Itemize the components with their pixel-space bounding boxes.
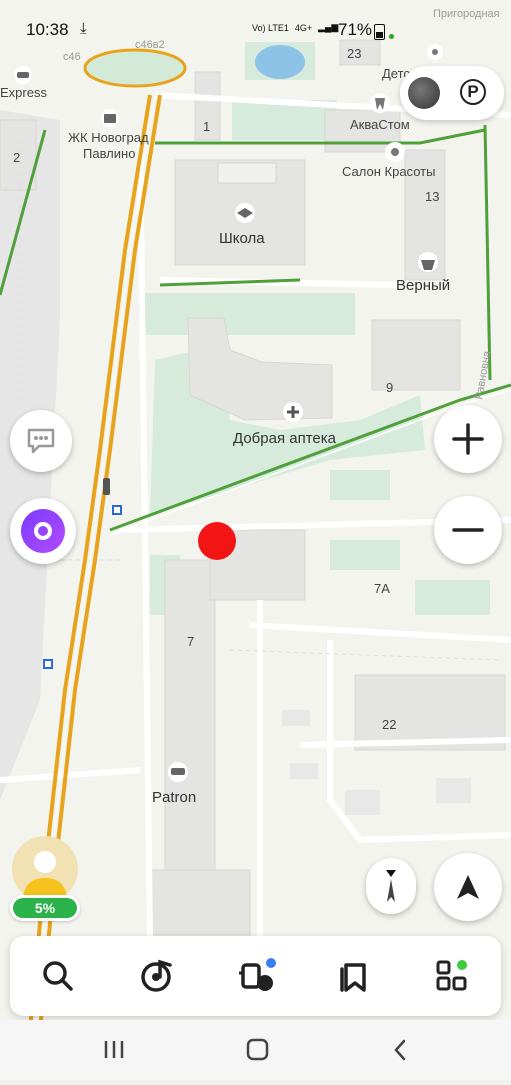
label-store[interactable]: Верный (396, 277, 450, 294)
car-icon (17, 72, 29, 78)
house-number: 1 (203, 119, 210, 134)
status-bar: 10:38 ⤓ Vo) LTE1 4G+ ▂▄▆ 71% (0, 0, 511, 40)
house-number: 22 (382, 717, 396, 732)
label-pharmacy[interactable]: Добрая аптека (233, 430, 337, 447)
privacy-dot (389, 34, 394, 39)
system-navigation-bar (0, 1020, 511, 1080)
user-avatar[interactable] (12, 836, 78, 902)
bookmarks-icon (340, 963, 366, 992)
services-icon (436, 960, 467, 991)
house-number: 7 (187, 634, 194, 649)
zoom-out-button[interactable] (434, 496, 502, 564)
music-icon (141, 959, 172, 992)
map-layers-group: P (400, 66, 504, 120)
battery-icon (374, 24, 385, 40)
search-icon (43, 961, 73, 991)
layers-icon[interactable] (408, 77, 440, 109)
user-figure-icon (22, 851, 68, 902)
network-indicators: Vo) LTE1 4G+ ▂▄▆ (252, 22, 338, 33)
back-icon[interactable] (394, 1039, 406, 1061)
house-number: 23 (347, 46, 361, 61)
alice-icon (21, 509, 65, 553)
house-number: 7А (374, 581, 390, 596)
transport-button[interactable] (235, 954, 279, 998)
user-level-text: 5% (13, 898, 77, 918)
label-school[interactable]: Школа (219, 230, 265, 247)
label-patron[interactable]: Patron (152, 789, 196, 806)
compass-icon (386, 870, 396, 902)
label-express[interactable]: Express (0, 85, 47, 100)
kindergarten-icon (432, 49, 438, 55)
4g-indicator: 4G+ (294, 22, 313, 33)
map-canvas[interactable]: Добрая аптека Школа Верный Салон Красоты… (0, 0, 511, 1080)
location-marker[interactable] (198, 522, 236, 560)
compass-button[interactable] (366, 858, 416, 914)
arrow-navigation-icon (457, 875, 479, 899)
signal-icon: ▂▄▆ (318, 22, 339, 32)
status-time: 10:38 (26, 20, 69, 39)
briefcase-icon (104, 114, 116, 123)
label-complex-line2[interactable]: Павлино (83, 146, 135, 161)
road-label-c46: с46 (63, 51, 81, 63)
user-level-badge: 5% (10, 895, 80, 921)
road-label-c46b2: с46в2 (135, 39, 165, 51)
house-number: 9 (386, 380, 393, 395)
download-icon: ⤓ (80, 20, 87, 37)
plus-icon (452, 423, 484, 455)
minus-icon (452, 528, 484, 532)
battery-percent: 71% (338, 20, 373, 39)
bookmarks-button[interactable] (332, 954, 376, 998)
zoom-in-button[interactable] (434, 405, 502, 473)
flower-icon (391, 148, 399, 156)
alice-assistant-button[interactable] (10, 498, 76, 564)
bottom-toolbar (10, 936, 501, 1016)
search-button[interactable] (36, 954, 80, 998)
home-icon[interactable] (246, 1038, 269, 1061)
recent-apps-icon[interactable] (104, 1041, 124, 1058)
label-salon[interactable]: Салон Красоты (342, 164, 435, 179)
label-complex-line1[interactable]: ЖК Новоград (68, 130, 149, 145)
feedback-button[interactable] (10, 410, 72, 472)
label-dental[interactable]: АкваСтом (350, 117, 410, 132)
music-button[interactable] (135, 954, 179, 998)
volte-indicator: Vo) LTE1 (252, 22, 289, 33)
house-number: 2 (13, 150, 20, 165)
car-service-icon (171, 768, 185, 775)
chat-bubble-icon (27, 428, 55, 454)
parking-button[interactable]: P (460, 79, 486, 105)
services-button[interactable] (430, 954, 474, 998)
transport-icon (239, 958, 276, 991)
my-location-button[interactable] (434, 853, 502, 921)
house-number: 13 (425, 189, 439, 204)
